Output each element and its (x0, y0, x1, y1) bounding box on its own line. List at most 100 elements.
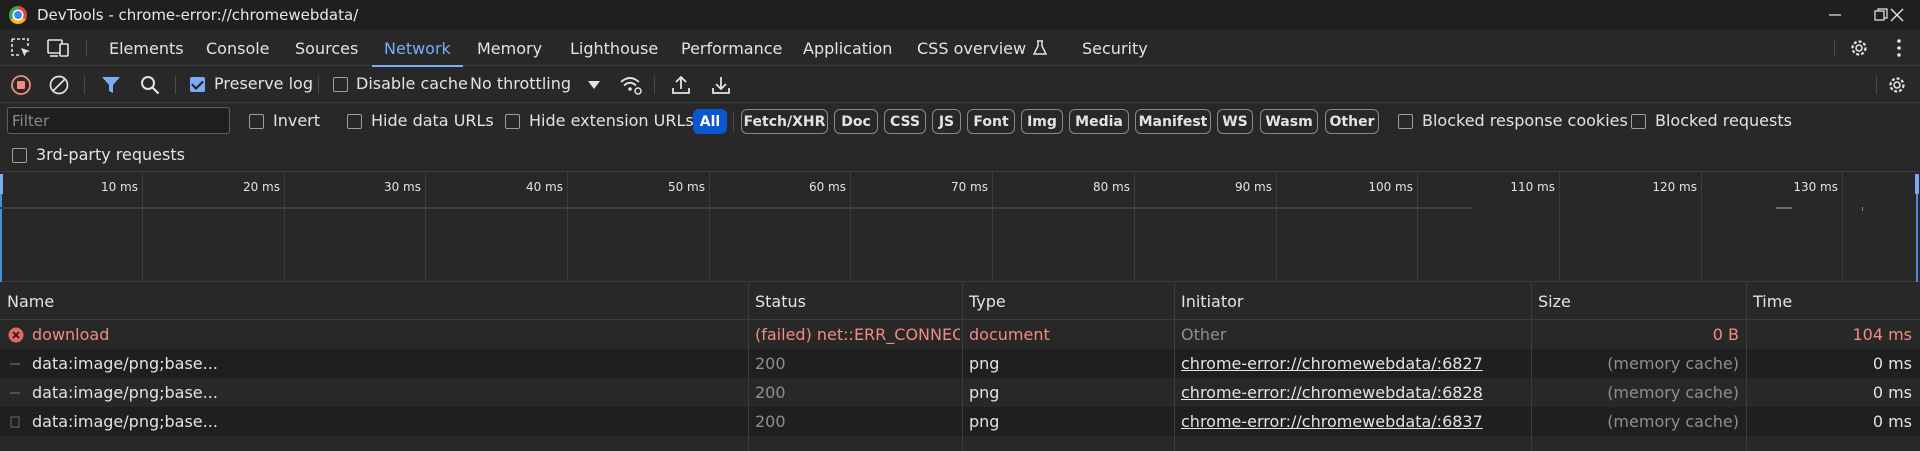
tab-sources[interactable]: Sources (295, 30, 358, 66)
filter-icon (102, 77, 120, 93)
table-row[interactable]: download (failed) net::ERR_CONNEC... doc… (0, 320, 1920, 349)
device-mode-icon (47, 39, 69, 57)
column-divider[interactable] (1174, 283, 1175, 451)
filter-type-other[interactable]: Other (1325, 109, 1379, 134)
timeline-tick-label: 10 ms (100, 180, 138, 194)
table-row[interactable]: data:image/png;base... 200 png chrome-er… (0, 349, 1920, 378)
timeline-gridline (142, 172, 143, 282)
blocked-requests-label: Blocked requests (1655, 111, 1792, 130)
blocked-requests-checkbox[interactable] (1631, 114, 1646, 129)
request-type: png (969, 383, 1000, 402)
stop-recording-button[interactable] (10, 74, 32, 96)
column-header-time[interactable]: Time (1746, 283, 1920, 320)
request-size: 0 B (1712, 325, 1739, 344)
overview-request-bar (0, 207, 1472, 209)
column-header-name[interactable]: Name (0, 283, 748, 320)
filter-type-js[interactable]: JS (932, 109, 961, 134)
hide-extension-urls-checkbox[interactable] (505, 114, 520, 129)
tab-elements[interactable]: Elements (109, 30, 184, 66)
export-har-button[interactable] (710, 74, 732, 96)
request-name: data:image/png;base... (32, 412, 218, 431)
filter-type-doc[interactable]: Doc (834, 109, 878, 134)
divider (84, 76, 85, 94)
search-icon (141, 76, 160, 95)
tab-lighthouse[interactable]: Lighthouse (570, 30, 658, 66)
column-divider[interactable] (1531, 283, 1532, 451)
settings-button[interactable] (1848, 37, 1870, 59)
table-header: Name Status Type Initiator Size Time (0, 283, 1920, 320)
filter-type-font[interactable]: Font (967, 109, 1015, 134)
timeline-gridline (1842, 172, 1843, 282)
filter-input[interactable] (7, 107, 230, 134)
column-header-status[interactable]: Status (748, 283, 962, 320)
table-row[interactable]: data:image/png;base... 200 png chrome-er… (0, 407, 1920, 436)
timeline-gridline (850, 172, 851, 282)
tab-css-overview[interactable]: CSS overview (917, 30, 1048, 66)
filter-type-css[interactable]: CSS (884, 109, 926, 134)
request-initiator-link[interactable]: chrome-error://chromewebdata/:6828 (1181, 378, 1521, 407)
tab-console[interactable]: Console (206, 30, 270, 66)
filter-type-wasm[interactable]: Wasm (1260, 109, 1318, 134)
device-toolbar-button[interactable] (46, 37, 70, 59)
filter-type-fetch-xhr[interactable]: Fetch/XHR (741, 109, 828, 134)
filter-type-media[interactable]: Media (1069, 109, 1129, 134)
filter-type-manifest[interactable]: Manifest (1135, 109, 1211, 134)
gear-icon (1889, 77, 1905, 93)
throttling-select[interactable]: No throttling (470, 67, 605, 103)
table-row[interactable]: data:image/png;base... 200 png chrome-er… (0, 378, 1920, 407)
panel-tab-bar: Elements Console Sources Network Memory … (0, 30, 1920, 67)
overview-right-handle[interactable] (1915, 174, 1919, 194)
select-element-icon (11, 38, 30, 57)
timeline-overview[interactable]: 10 ms 20 ms 30 ms 40 ms 50 ms 60 ms 70 m… (0, 172, 1920, 282)
request-time: 0 ms (1872, 354, 1912, 373)
search-button[interactable] (139, 74, 161, 96)
request-time: 0 ms (1872, 412, 1912, 431)
column-divider[interactable] (748, 283, 749, 451)
column-header-initiator[interactable]: Initiator (1174, 283, 1531, 320)
request-status: (failed) net::ERR_CONNEC... (755, 325, 960, 344)
invert-checkbox[interactable] (249, 114, 264, 129)
third-party-requests-checkbox[interactable] (12, 148, 27, 163)
request-initiator-link[interactable]: chrome-error://chromewebdata/:6837 (1181, 407, 1521, 436)
overview-left-handle[interactable] (0, 174, 3, 194)
tab-memory[interactable]: Memory (477, 30, 542, 66)
network-settings-button[interactable] (1886, 74, 1908, 96)
timeline-tick-label: 80 ms (1092, 180, 1130, 194)
tab-application[interactable]: Application (803, 30, 892, 66)
disable-cache-checkbox[interactable] (333, 77, 348, 92)
request-size: (memory cache) (1607, 412, 1739, 431)
filter-toggle-button[interactable] (100, 74, 122, 96)
column-header-size[interactable]: Size (1531, 283, 1746, 320)
import-har-button[interactable] (670, 74, 692, 96)
clear-button[interactable] (48, 74, 70, 96)
column-header-type[interactable]: Type (962, 283, 1174, 320)
blocked-response-cookies-checkbox[interactable] (1398, 114, 1413, 129)
minimize-button[interactable] (1812, 0, 1858, 30)
tab-network[interactable]: Network (372, 30, 463, 67)
filter-type-all[interactable]: All (693, 109, 727, 134)
timeline-gridline (1134, 172, 1135, 282)
request-status: 200 (755, 354, 786, 373)
hide-data-urls-checkbox[interactable] (347, 114, 362, 129)
request-name: download (32, 325, 110, 344)
tab-security[interactable]: Security (1082, 30, 1148, 66)
more-options-button[interactable] (1888, 37, 1910, 59)
request-type: png (969, 354, 1000, 373)
inspect-element-button[interactable] (10, 37, 32, 59)
timeline-gridline (1417, 172, 1418, 282)
window-titlebar: DevTools - chrome-error://chromewebdata/ (0, 0, 1920, 30)
preserve-log-checkbox[interactable] (190, 77, 205, 92)
timeline-gridline (284, 172, 285, 282)
more-vertical-icon (1897, 39, 1901, 57)
tab-performance[interactable]: Performance (681, 30, 782, 66)
close-window-button[interactable] (1874, 0, 1920, 30)
column-divider[interactable] (962, 283, 963, 451)
column-divider[interactable] (1746, 283, 1747, 451)
filter-type-ws[interactable]: WS (1217, 109, 1253, 134)
request-initiator-link[interactable]: chrome-error://chromewebdata/:6827 (1181, 349, 1521, 378)
network-conditions-button[interactable] (619, 74, 643, 96)
filter-type-img[interactable]: Img (1021, 109, 1063, 134)
request-size: (memory cache) (1607, 383, 1739, 402)
request-size: (memory cache) (1607, 354, 1739, 373)
timeline-tick-label: 30 ms (383, 180, 421, 194)
